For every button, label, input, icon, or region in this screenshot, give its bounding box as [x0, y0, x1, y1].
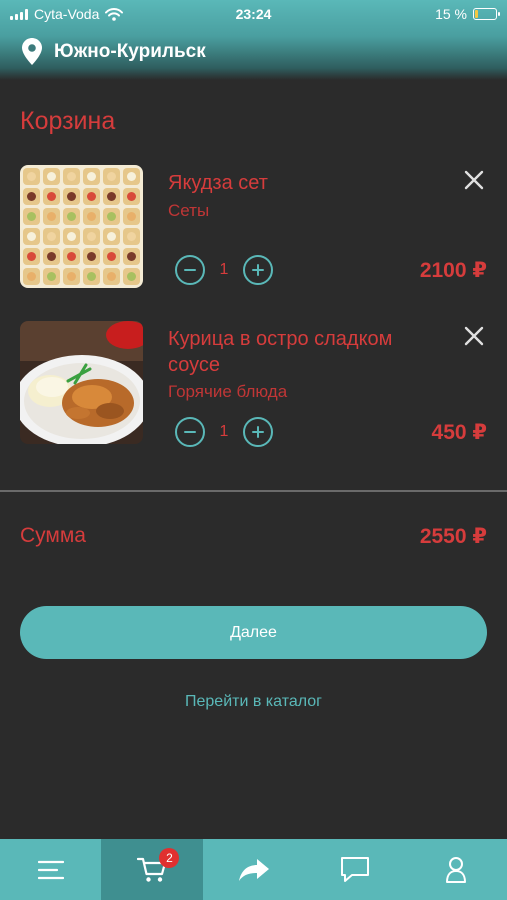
catalog-link[interactable]: Перейти в каталог — [0, 693, 507, 711]
cart-badge: 2 — [159, 848, 180, 868]
status-bar: Cyta-Voda 23:24 15 % — [0, 0, 507, 30]
tab-profile[interactable] — [406, 839, 507, 900]
location-pin-icon — [22, 38, 42, 65]
quantity-value: 1 — [219, 423, 229, 440]
sum-label: Сумма — [20, 524, 86, 547]
decrease-button[interactable] — [175, 255, 205, 285]
tab-cart[interactable]: 2 — [101, 839, 203, 900]
minus-icon — [184, 431, 196, 433]
item-category: Сеты — [168, 201, 210, 220]
item-name[interactable]: Якудза сет — [168, 170, 438, 196]
share-icon — [238, 858, 269, 881]
location-name: Южно-Курильск — [54, 40, 206, 62]
item-price: 450 ₽ — [431, 421, 487, 444]
quantity-stepper: 1 — [175, 417, 273, 447]
menu-icon — [37, 860, 64, 879]
clock: 23:24 — [235, 6, 272, 22]
remove-item-icon[interactable] — [463, 325, 485, 347]
chat-icon — [340, 857, 369, 882]
item-price: 2100 ₽ — [419, 259, 487, 282]
minus-icon — [184, 269, 196, 271]
decrease-button[interactable] — [175, 417, 205, 447]
next-button[interactable]: Далее — [20, 606, 487, 659]
location-selector[interactable]: Южно-Курильск — [22, 38, 206, 65]
product-image-chicken-dish[interactable] — [20, 321, 143, 444]
tab-share[interactable] — [203, 839, 304, 900]
tab-chat[interactable] — [304, 839, 405, 900]
tab-bar: 2 — [0, 839, 507, 900]
cart-item: Курица в остро сладком соусе Горячие блю… — [20, 321, 487, 447]
battery-icon — [473, 8, 500, 20]
item-name[interactable]: Курица в остро сладком соусе — [168, 326, 438, 378]
item-category: Горячие блюда — [168, 382, 288, 401]
product-image-sushi-set[interactable] — [20, 165, 143, 288]
page-title: Корзина — [20, 107, 116, 135]
cart-item: Якудза сет Сеты 1 2100 ₽ — [20, 165, 487, 289]
battery-info: 15 % — [435, 6, 500, 22]
divider — [0, 490, 507, 492]
top-bar: Cyta-Voda 23:24 15 % Южно-Курильск — [0, 0, 507, 80]
quantity-value: 1 — [219, 261, 229, 278]
increase-button[interactable] — [243, 417, 273, 447]
sum-value: 2550 ₽ — [419, 525, 487, 548]
tab-menu[interactable] — [0, 839, 101, 900]
plus-icon — [252, 426, 264, 438]
remove-item-icon[interactable] — [463, 169, 485, 191]
battery-percent: 15 % — [435, 6, 467, 22]
quantity-stepper: 1 — [175, 255, 273, 285]
plus-icon — [252, 264, 264, 276]
increase-button[interactable] — [243, 255, 273, 285]
profile-icon — [446, 856, 467, 883]
